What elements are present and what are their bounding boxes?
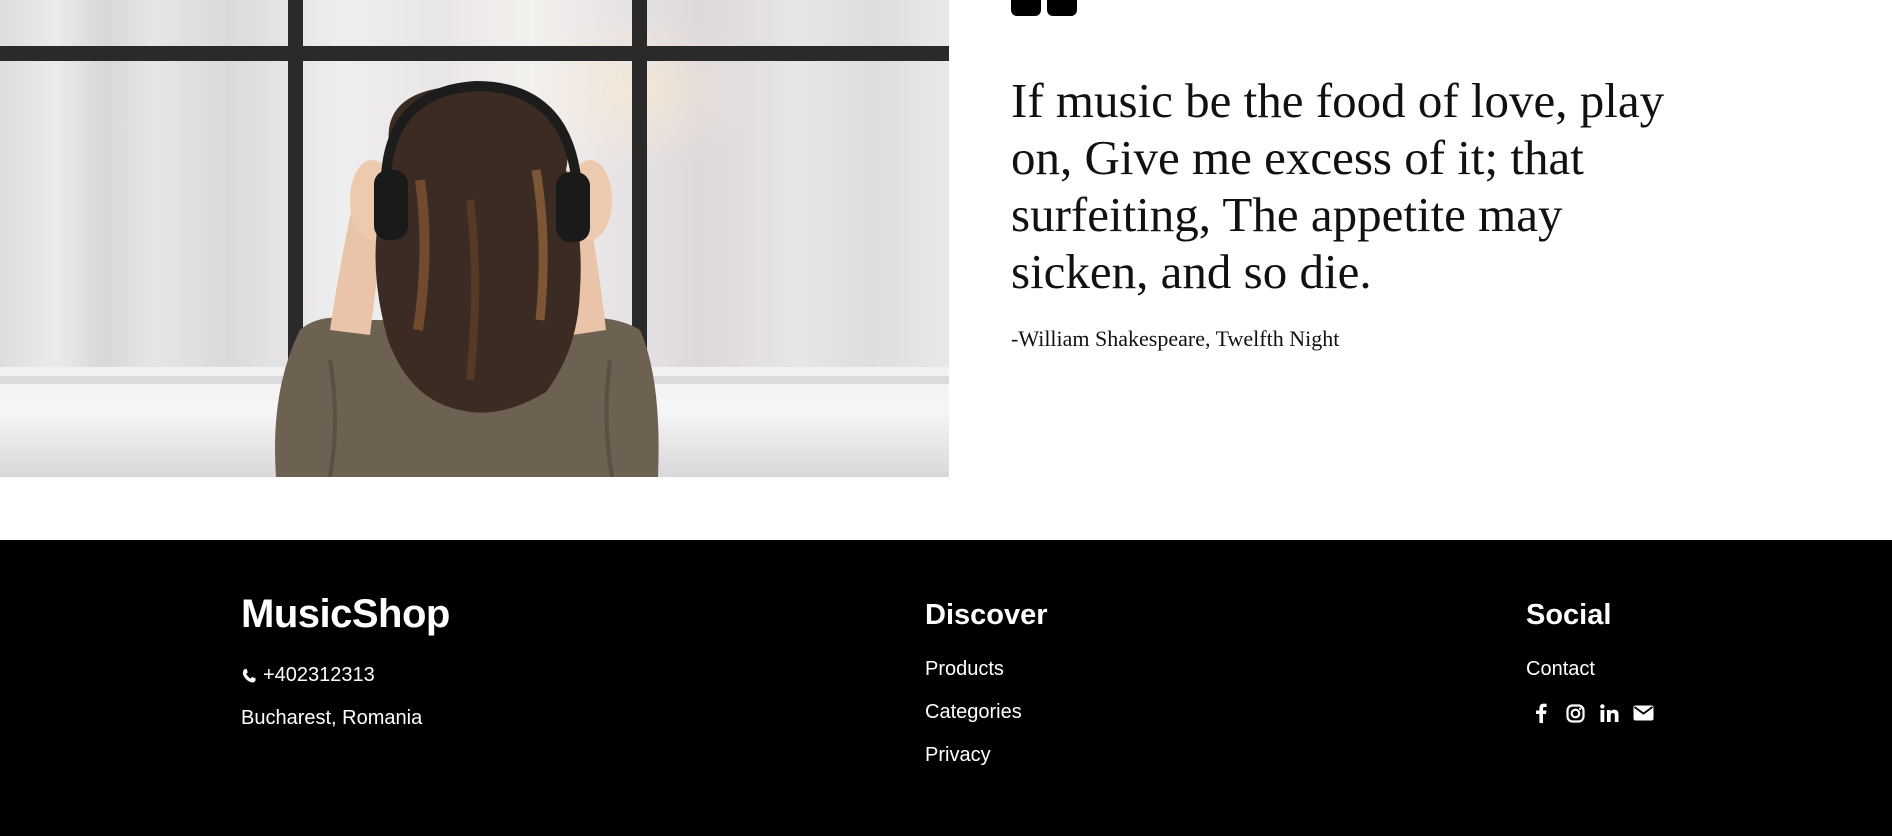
quote-icon bbox=[1011, 0, 1077, 16]
phone-icon bbox=[242, 668, 256, 683]
footer-brand[interactable]: MusicShop bbox=[241, 592, 450, 637]
hero-image bbox=[0, 0, 949, 477]
footer-link-contact[interactable]: Contact bbox=[1526, 658, 1595, 681]
footer-link-privacy[interactable]: Privacy bbox=[925, 744, 991, 767]
discover-title: Discover bbox=[925, 599, 1048, 631]
footer-link-products[interactable]: Products bbox=[925, 658, 1004, 681]
footer: MusicShop +402312313 Bucharest, Romania … bbox=[0, 540, 1892, 836]
linkedin-icon[interactable] bbox=[1598, 702, 1620, 724]
footer-link-categories[interactable]: Categories bbox=[925, 701, 1022, 724]
social-icons bbox=[1530, 702, 1666, 724]
phone-number: +402312313 bbox=[263, 664, 375, 686]
footer-phone: +402312313 bbox=[241, 664, 375, 687]
instagram-icon[interactable] bbox=[1564, 702, 1586, 724]
footer-address: Bucharest, Romania bbox=[241, 707, 423, 729]
woman-with-headphones-figure bbox=[275, 80, 659, 477]
facebook-icon[interactable] bbox=[1530, 702, 1552, 724]
quote-text: If music be the food of love, play on, G… bbox=[1011, 73, 1665, 299]
email-icon[interactable] bbox=[1632, 702, 1654, 724]
social-title: Social bbox=[1526, 599, 1612, 631]
quote-author: -William Shakespeare, Twelfth Night bbox=[1011, 326, 1340, 351]
